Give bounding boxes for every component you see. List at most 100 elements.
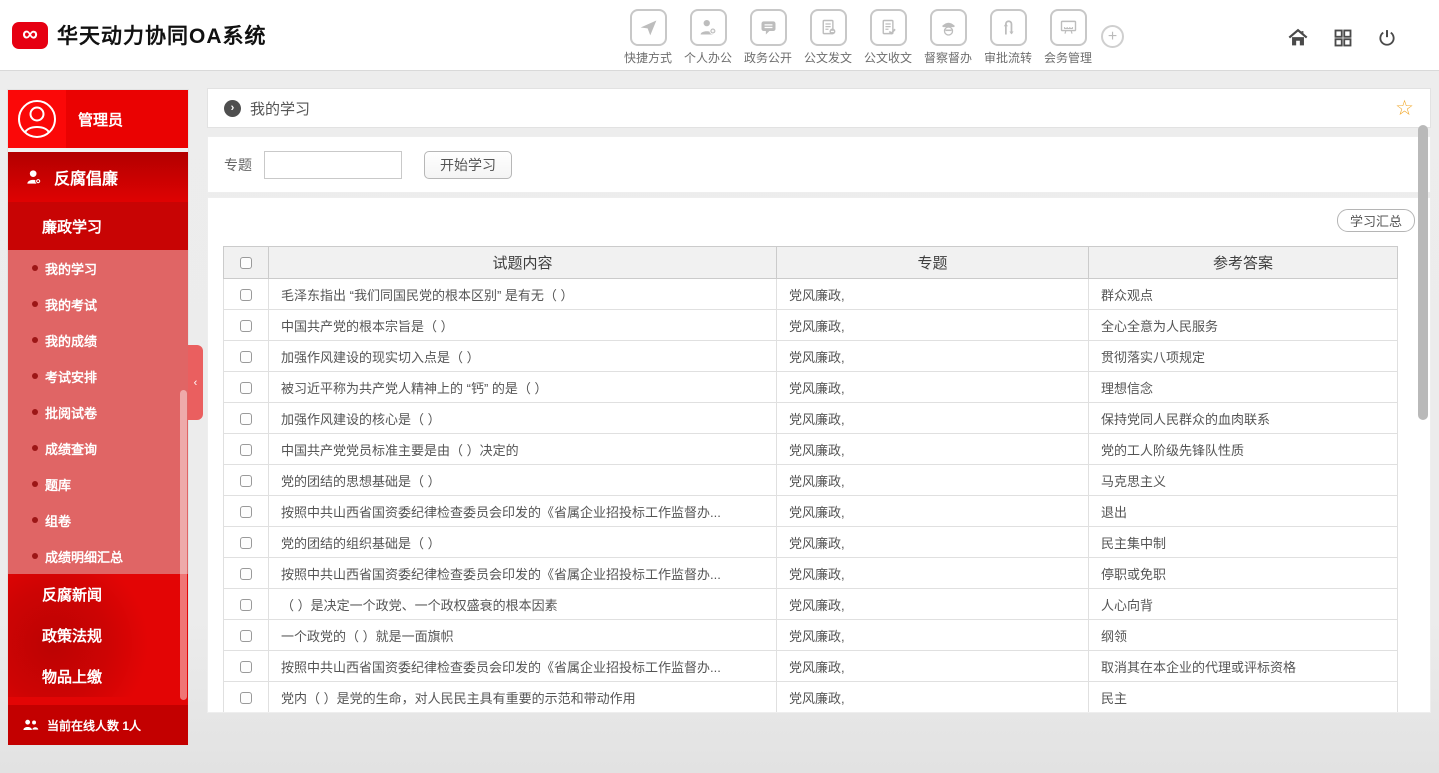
main-scrollbar[interactable] [1418, 125, 1428, 420]
row-checkbox[interactable] [240, 444, 252, 456]
topic-cell: 党风廉政, [777, 496, 1089, 527]
row-checkbox[interactable] [240, 382, 252, 394]
bullet-icon [32, 265, 38, 271]
sidebar-item[interactable]: 考试安排 [8, 358, 188, 394]
row-checkbox[interactable] [240, 599, 252, 611]
topic-input[interactable] [264, 151, 402, 179]
row-checkbox[interactable] [240, 475, 252, 487]
table-row: 按照中共山西省国资委纪律检查委员会印发的《省属企业招投标工作监督办... 党风廉… [224, 496, 1398, 527]
start-study-button[interactable]: 开始学习 [424, 151, 512, 179]
table-row: 一个政党的（ ）就是一面旗帜 党风廉政, 纲领 [224, 620, 1398, 651]
sidebar-group-integrity-study[interactable]: 廉政学习 [8, 202, 188, 250]
study-summary-button[interactable]: 学习汇总 [1337, 209, 1415, 232]
row-checkbox[interactable] [240, 506, 252, 518]
user-card: 管理员 [8, 90, 188, 148]
sidebar-group[interactable]: 物品上缴 [8, 656, 188, 697]
app-logo: ∞ 华天动力协同OA系统 [12, 20, 267, 50]
topic-cell: 党风廉政, [777, 682, 1089, 713]
row-checkbox[interactable] [240, 351, 252, 363]
table-row: 党的团结的思想基础是（ ） 党风廉政, 马克思主义 [224, 465, 1398, 496]
toolbar-item-personal-office[interactable]: 个人办公 [678, 9, 738, 66]
chat-bubble-icon [750, 9, 787, 46]
toolbar-item-doc-send[interactable]: 公文发文 [798, 9, 858, 66]
section-label: 反腐倡廉 [54, 165, 118, 189]
column-header-question: 试题内容 [269, 247, 777, 279]
toolbar-item-supervision[interactable]: 督察督办 [918, 9, 978, 66]
favorite-star-icon[interactable]: ☆ [1395, 98, 1414, 119]
sidebar-section-anticorruption[interactable]: 反腐倡廉 [8, 152, 188, 202]
sidebar-item[interactable]: 我的成绩 [8, 322, 188, 358]
sidebar-item[interactable]: 我的考试 [8, 286, 188, 322]
bullet-icon [32, 301, 38, 307]
row-checkbox[interactable] [240, 413, 252, 425]
answer-cell: 民主 [1089, 682, 1398, 713]
row-checkbox[interactable] [240, 537, 252, 549]
question-cell: 加强作风建设的核心是（ ） [269, 403, 777, 434]
add-shortcut-button[interactable]: + [1101, 25, 1124, 48]
topic-label: 专题 [224, 155, 252, 175]
row-checkbox[interactable] [240, 568, 252, 580]
toolbar-item-doc-receive[interactable]: 公文收文 [858, 9, 918, 66]
answer-cell: 取消其在本企业的代理或评标资格 [1089, 651, 1398, 682]
topic-cell: 党风廉政, [777, 558, 1089, 589]
table-row: 加强作风建设的核心是（ ） 党风廉政, 保持党同人民群众的血肉联系 [224, 403, 1398, 434]
police-icon [930, 9, 967, 46]
sidebar-item[interactable]: 我的学习 [8, 250, 188, 286]
topic-cell: 党风廉政, [777, 434, 1089, 465]
answer-cell: 马克思主义 [1089, 465, 1398, 496]
app-title: 华天动力协同OA系统 [57, 20, 267, 50]
toolbar: 快捷方式 个人办公 政务公开 公文发文 公文收文 [618, 9, 1098, 66]
uturn-arrows-icon [990, 9, 1027, 46]
topic-cell: 党风廉政, [777, 620, 1089, 651]
sidebar-item[interactable]: 组卷 [8, 502, 188, 538]
sidebar-group[interactable]: 反腐新闻 [8, 574, 188, 615]
answer-cell: 党的工人阶级先锋队性质 [1089, 434, 1398, 465]
sidebar-scrollbar[interactable] [180, 390, 187, 700]
topic-cell: 党风廉政, [777, 279, 1089, 310]
toolbar-item-shortcut[interactable]: 快捷方式 [618, 9, 678, 66]
column-header-topic: 专题 [777, 247, 1089, 279]
question-cell: 被习近平称为共产党人精神上的 “钙” 的是（ ） [269, 372, 777, 403]
question-cell: （ ）是决定一个政党、一个政权盛衰的根本因素 [269, 589, 777, 620]
row-checkbox[interactable] [240, 320, 252, 332]
person-add-icon [690, 9, 727, 46]
answer-cell: 民主集中制 [1089, 527, 1398, 558]
answer-cell: 群众观点 [1089, 279, 1398, 310]
question-cell: 按照中共山西省国资委纪律检查委员会印发的《省属企业招投标工作监督办... [269, 651, 777, 682]
apps-grid-icon[interactable] [1333, 28, 1353, 53]
table-row: 党内（ ）是党的生命，对人民民主具有重要的示范和带动作用 党风廉政, 民主 [224, 682, 1398, 713]
table-row: 按照中共山西省国资委纪律检查委员会印发的《省属企业招投标工作监督办... 党风廉… [224, 651, 1398, 682]
paper-plane-icon [630, 9, 667, 46]
sidebar-item[interactable]: 题库 [8, 466, 188, 502]
question-cell: 按照中共山西省国资委纪律检查委员会印发的《省属企业招投标工作监督办... [269, 558, 777, 589]
sidebar-item[interactable]: 成绩查询 [8, 430, 188, 466]
sidebar-item[interactable]: 批阅试卷 [8, 394, 188, 430]
table-row: 毛泽东指出 “我们同国民党的根本区别” 是有无（ ） 党风廉政, 群众观点 [224, 279, 1398, 310]
bullet-icon [32, 337, 38, 343]
topic-cell: 党风廉政, [777, 372, 1089, 403]
topic-cell: 党风廉政, [777, 341, 1089, 372]
toolbar-item-meeting-mgmt[interactable]: 会务管理 [1038, 9, 1098, 66]
sidebar-item[interactable]: 成绩明细汇总 [8, 538, 188, 574]
sidebar-submenu: 我的学习 我的考试 我的成绩 考试安排 批阅试卷 成绩查询 题库 组卷 成绩明细… [8, 250, 188, 574]
row-checkbox[interactable] [240, 692, 252, 704]
topic-cell: 党风廉政, [777, 310, 1089, 341]
toolbar-item-approval-flow[interactable]: 审批流转 [978, 9, 1038, 66]
row-checkbox[interactable] [240, 289, 252, 301]
topic-cell: 党风廉政, [777, 403, 1089, 434]
toolbar-item-gov-affairs[interactable]: 政务公开 [738, 9, 798, 66]
page-title: 我的学习 [250, 98, 310, 119]
meeting-board-icon [1050, 9, 1087, 46]
sidebar-collapse-handle[interactable]: ‹ [188, 345, 203, 420]
row-checkbox[interactable] [240, 661, 252, 673]
topic-cell: 党风廉政, [777, 465, 1089, 496]
select-all-checkbox[interactable] [240, 257, 252, 269]
question-cell: 党内（ ）是党的生命，对人民民主具有重要的示范和带动作用 [269, 682, 777, 713]
table-row: （ ）是决定一个政党、一个政权盛衰的根本因素 党风廉政, 人心向背 [224, 589, 1398, 620]
home-icon[interactable] [1287, 27, 1309, 54]
row-checkbox[interactable] [240, 630, 252, 642]
sidebar-group[interactable]: 政策法规 [8, 615, 188, 656]
user-name: 管理员 [78, 109, 123, 130]
power-icon[interactable] [1377, 28, 1397, 53]
question-cell: 党的团结的思想基础是（ ） [269, 465, 777, 496]
